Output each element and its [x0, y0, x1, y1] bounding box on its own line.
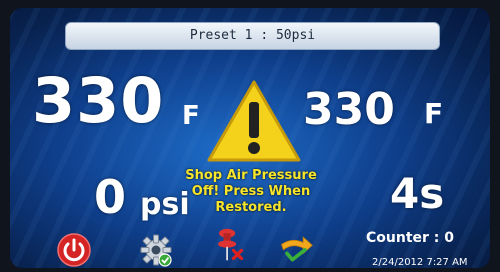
datetime-label: 2/24/2012 7:27 AM — [372, 257, 468, 268]
counter-label: Counter : 0 — [366, 230, 455, 246]
alert-message: Shop Air Pressure Off! Press When Restor… — [178, 168, 324, 216]
left-temperature-unit: F — [182, 101, 200, 131]
warning-icon — [207, 80, 301, 162]
alert-line-1: Shop Air Pressure — [185, 168, 317, 183]
pressure-value: 0 — [94, 170, 127, 224]
arrow-icon[interactable] — [278, 230, 314, 266]
right-temperature-value: 330 — [303, 84, 395, 135]
alert-line-2: Off! Press When — [191, 184, 311, 199]
pin-icon[interactable] — [210, 227, 246, 263]
timer-value: 4s — [390, 169, 445, 218]
alert-line-3: Restored. — [215, 200, 287, 215]
gear-icon[interactable] — [138, 232, 174, 268]
power-icon[interactable] — [56, 232, 92, 268]
touch-screen: Preset 1 : 50psi 330 F 330 F 0 psi 4s Sh… — [10, 8, 490, 268]
right-temperature-unit: F — [424, 97, 444, 130]
left-temperature-value: 330 — [32, 64, 165, 137]
preset-selector[interactable]: Preset 1 : 50psi — [65, 22, 440, 50]
